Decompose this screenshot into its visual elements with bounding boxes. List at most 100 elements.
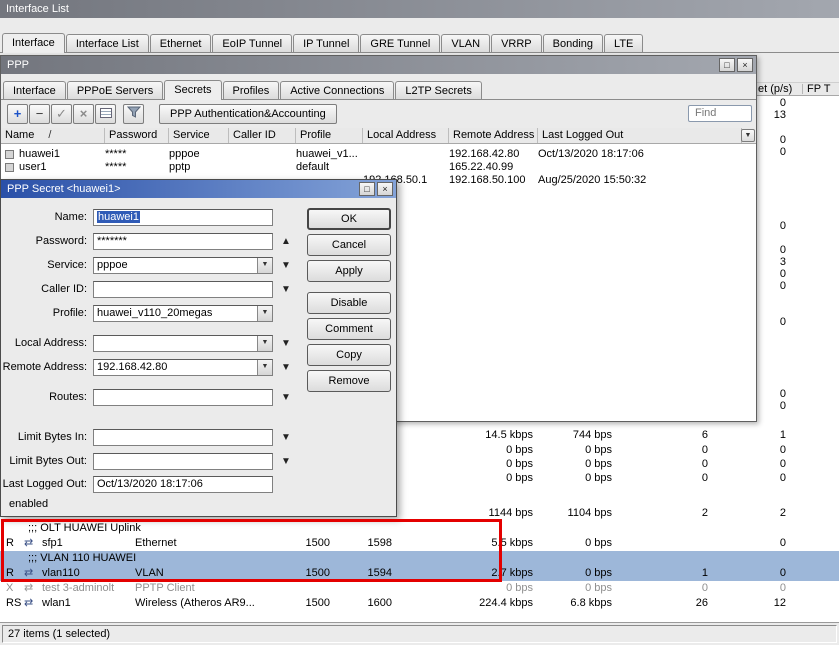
col-last-logged-out[interactable]: Last Logged Out (538, 128, 742, 143)
ppp-secret-icon (5, 163, 14, 172)
cell-remote-address: 165.22.40.99 (449, 161, 536, 174)
filter-button[interactable] (123, 104, 144, 124)
interface-cell-txp: 2 (640, 506, 708, 520)
interface-cell-l2mtu: 1600 (334, 596, 392, 610)
status-text: 27 items (1 selected) (2, 625, 837, 643)
password-field[interactable]: ******* (93, 233, 273, 250)
annotation-red-box (1, 519, 502, 582)
dropdown-arrow-icon[interactable]: ▼ (257, 360, 272, 375)
interface-cell-txp: 0 (640, 443, 708, 457)
expand-down-icon[interactable]: ▼ (279, 337, 293, 351)
limit-bytes-out-field[interactable] (93, 453, 273, 470)
ppp-tab-active-connections[interactable]: Active Connections (280, 81, 394, 99)
expand-down-icon[interactable]: ▼ (279, 361, 293, 375)
cell-profile: default (296, 161, 361, 174)
col-profile[interactable]: Profile (296, 128, 363, 143)
col-caller-id[interactable]: Caller ID (229, 128, 296, 143)
cell-service: pppoe (169, 148, 227, 161)
disable-button[interactable]: Disable (307, 292, 391, 314)
ppp-tab-l2tp-secrets[interactable]: L2TP Secrets (395, 81, 481, 99)
interface-cell-type: PPTP Client (135, 581, 270, 595)
profile-select[interactable]: huawei_v110_20megas▼ (93, 305, 273, 322)
disable-button[interactable]: × (73, 104, 94, 124)
ppp-tab-interface[interactable]: Interface (3, 81, 66, 99)
ppp-secret-row[interactable]: user1 ***** pptp default 165.22.40.99 (1, 161, 756, 174)
interface-cell-rxp: 2 (718, 506, 786, 520)
remove-button[interactable]: Remove (307, 370, 391, 392)
interface-cell-rx: 0 bps (512, 443, 612, 457)
find-input[interactable]: Find (688, 105, 752, 122)
last-logged-out-label: Last Logged Out: (1, 476, 87, 493)
column-select-dropdown-icon[interactable]: ▼ (741, 129, 755, 142)
interface-cell-rxp: 0 (718, 566, 786, 580)
local-address-label: Local Address: (1, 335, 87, 352)
interface-cell-rx: 6.8 kbps (512, 596, 612, 610)
add-button[interactable]: + (7, 104, 28, 124)
window-restore-icon[interactable]: □ (359, 182, 375, 196)
status-bar: 27 items (1 selected) (0, 622, 839, 645)
ppp-table-header: Name/ Password Service Caller ID Profile… (1, 128, 756, 144)
interface-cell-rx: 0 bps (512, 566, 612, 580)
interface-cell-rxp: 0 (718, 443, 786, 457)
ppp-secret-dialog: PPP Secret <huawei1> □ × Name: huawei1 P… (0, 179, 397, 517)
dropdown-arrow-icon[interactable]: ▼ (257, 336, 272, 351)
comment-button[interactable] (95, 104, 116, 124)
ppp-authentication-button[interactable]: PPP Authentication&Accounting (159, 104, 337, 124)
copy-button[interactable]: Copy (307, 344, 391, 366)
interface-row[interactable]: ⇄Xtest 3-adminoltPPTP Client0 bps0 bps00 (0, 581, 839, 596)
enable-button[interactable]: ✓ (51, 104, 72, 124)
filter-icon (127, 105, 141, 119)
interface-cell-rx: 0 bps (512, 581, 612, 595)
interface-cell-rxp: 1 (718, 428, 786, 442)
caller-id-field[interactable] (93, 281, 273, 298)
ppp-tabs: Interface PPPoE Servers Secrets Profiles… (1, 74, 756, 100)
apply-button[interactable]: Apply (307, 260, 391, 282)
window-close-icon[interactable]: × (377, 182, 393, 196)
dropdown-arrow-icon[interactable]: ▼ (257, 258, 272, 273)
expand-up-icon[interactable]: ▲ (279, 235, 293, 249)
ppp-tab-secrets[interactable]: Secrets (164, 80, 221, 100)
col-password[interactable]: Password (105, 128, 169, 143)
interface-cell-txp: 6 (640, 428, 708, 442)
local-address-field[interactable]: ▼ (93, 335, 273, 352)
col-local-address[interactable]: Local Address (363, 128, 449, 143)
comment-button[interactable]: Comment (307, 318, 391, 340)
ppp-toolbar: + − ✓ × PPP Authentication&Accounting Fi… (1, 100, 756, 128)
cell-last-logged-out: Aug/25/2020 15:50:32 (538, 174, 688, 187)
interface-row[interactable]: ⇄RSwlan1Wireless (Atheros AR9...15001600… (0, 596, 839, 611)
limit-bytes-in-field[interactable] (93, 429, 273, 446)
ppp-secret-icon (5, 150, 14, 159)
window-close-icon[interactable]: × (737, 58, 753, 72)
interface-cell-txp: 1 (640, 566, 708, 580)
interface-cell-type: Wireless (Atheros AR9... (135, 596, 270, 610)
expand-down-icon[interactable]: ▼ (279, 455, 293, 469)
cancel-button[interactable]: Cancel (307, 234, 391, 256)
interface-cell-rxp: 0 (718, 581, 786, 595)
window-restore-icon[interactable]: □ (719, 58, 735, 72)
remote-address-field[interactable]: 192.168.42.80▼ (93, 359, 273, 376)
interface-cell-name: test 3-adminolt (42, 581, 132, 595)
password-label: Password: (1, 233, 87, 250)
ppp-tab-profiles[interactable]: Profiles (223, 81, 280, 99)
remove-button[interactable]: − (29, 104, 50, 124)
expand-down-icon[interactable]: ▼ (279, 431, 293, 445)
limit-bytes-in-label: Limit Bytes In: (1, 429, 87, 446)
col-name[interactable]: Name/ (1, 128, 105, 143)
service-label: Service: (1, 257, 87, 274)
expand-down-icon[interactable]: ▼ (279, 283, 293, 297)
ppp-secret-row[interactable]: huawei1 ***** pppoe huawei_v1... 192.168… (1, 148, 756, 161)
routes-field[interactable] (93, 389, 273, 406)
ppp-title: PPP (7, 59, 29, 71)
ppp-titlebar[interactable]: PPP □ × (1, 56, 756, 74)
interface-cell-rx: 744 bps (512, 428, 612, 442)
name-field[interactable]: huawei1 (93, 209, 273, 226)
dropdown-arrow-icon[interactable]: ▼ (257, 306, 272, 321)
ok-button[interactable]: OK (307, 208, 391, 230)
ppp-tab-pppoe-servers[interactable]: PPPoE Servers (67, 81, 163, 99)
expand-down-icon[interactable]: ▼ (279, 391, 293, 405)
col-service[interactable]: Service (169, 128, 229, 143)
expand-down-icon[interactable]: ▼ (279, 259, 293, 273)
service-select[interactable]: pppoe▼ (93, 257, 273, 274)
dialog-titlebar[interactable]: PPP Secret <huawei1> □ × (1, 180, 396, 198)
col-remote-address[interactable]: Remote Address (449, 128, 538, 143)
